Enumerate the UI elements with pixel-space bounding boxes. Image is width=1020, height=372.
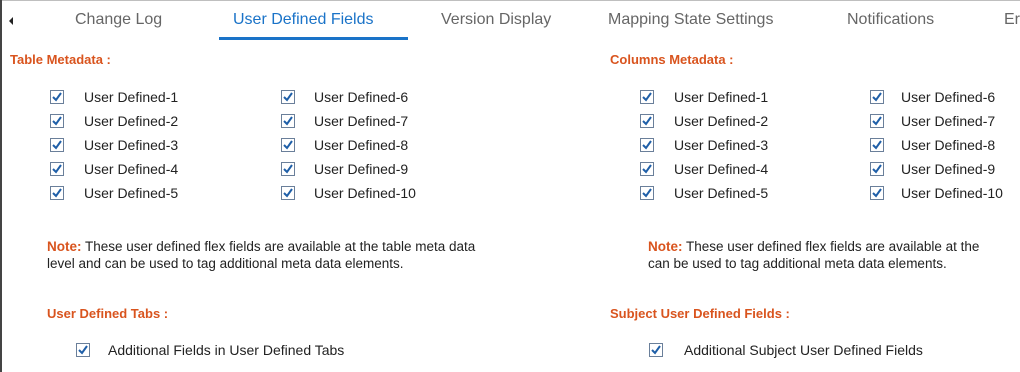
note-text-line1: These user defined flex fields are avail… <box>682 239 980 254</box>
user-defined-3-checkbox[interactable]: User Defined-3 <box>50 137 178 153</box>
checkbox-checked-icon[interactable] <box>640 162 654 176</box>
checkbox-label: User Defined-3 <box>84 137 179 153</box>
checkbox-label: User Defined-6 <box>901 89 996 105</box>
checkbox-label: User Defined-3 <box>674 137 769 153</box>
checkbox-label: User Defined-6 <box>314 89 409 105</box>
user-defined-8-checkbox[interactable]: User Defined-8 <box>281 137 408 153</box>
checkbox-checked-icon[interactable] <box>50 114 64 128</box>
table-metadata-note: Note: These user defined flex fields are… <box>47 238 475 272</box>
frame-left-border <box>0 0 2 372</box>
tab-scroll-left-button[interactable] <box>4 10 18 32</box>
checkbox-checked-icon[interactable] <box>640 90 654 104</box>
table-metadata-title: Table Metadata : <box>10 52 111 67</box>
note-text-line2: can be used to tag additional meta data … <box>648 256 947 271</box>
tab-change-log[interactable]: Change Log <box>75 11 162 29</box>
additional-subject-user-defined-fields-checkbox[interactable]: Additional Subject User Defined Fields <box>649 342 923 358</box>
user-defined-9-checkbox[interactable]: User Defined-9 <box>870 161 995 177</box>
checkbox-checked-icon[interactable] <box>870 90 884 104</box>
checkbox-checked-icon[interactable] <box>281 162 295 176</box>
note-text-line2: level and can be used to tag additional … <box>47 256 404 271</box>
checkbox-checked-icon[interactable] <box>281 138 295 152</box>
active-tab-indicator <box>219 37 408 40</box>
checkbox-checked-icon[interactable] <box>649 343 663 357</box>
checkbox-label: User Defined-7 <box>901 113 996 129</box>
user-defined-5-checkbox[interactable]: User Defined-5 <box>50 185 178 201</box>
checkbox-checked-icon[interactable] <box>870 162 884 176</box>
note-label: Note: <box>648 239 683 254</box>
checkbox-label: User Defined-10 <box>901 185 1003 201</box>
user-defined-8-checkbox[interactable]: User Defined-8 <box>870 137 995 153</box>
checkbox-label: User Defined-7 <box>314 113 409 129</box>
checkbox-checked-icon[interactable] <box>640 114 654 128</box>
tab-user-defined-fields[interactable]: User Defined Fields <box>233 11 374 29</box>
checkbox-label: User Defined-2 <box>674 113 769 129</box>
user-defined-7-checkbox[interactable]: User Defined-7 <box>281 113 408 129</box>
checkbox-label: User Defined-5 <box>84 185 179 201</box>
checkbox-label: User Defined-9 <box>314 161 409 177</box>
additional-fields-user-defined-tabs-checkbox[interactable]: Additional Fields in User Defined Tabs <box>76 342 344 358</box>
tab-er[interactable]: Er <box>1004 11 1020 29</box>
tab-mapping-state-settings[interactable]: Mapping State Settings <box>608 11 773 29</box>
checkbox-label: User Defined-8 <box>901 137 996 153</box>
checkbox-label: User Defined-10 <box>314 185 416 201</box>
columns-metadata-title: Columns Metadata : <box>610 52 734 67</box>
caret-left-icon <box>9 17 13 25</box>
tab-bar: Change Log User Defined Fields Version D… <box>0 0 1020 42</box>
checkbox-checked-icon[interactable] <box>870 138 884 152</box>
user-defined-7-checkbox[interactable]: User Defined-7 <box>870 113 995 129</box>
checkbox-checked-icon[interactable] <box>640 186 654 200</box>
user-defined-5-checkbox[interactable]: User Defined-5 <box>640 185 768 201</box>
columns-metadata-note: Note: These user defined flex fields are… <box>648 238 979 272</box>
user-defined-2-checkbox[interactable]: User Defined-2 <box>640 113 768 129</box>
checkbox-label: User Defined-1 <box>674 89 769 105</box>
checkbox-label: User Defined-4 <box>674 161 769 177</box>
subject-user-defined-fields-title: Subject User Defined Fields : <box>610 306 790 321</box>
checkbox-label: User Defined-8 <box>314 137 409 153</box>
checkbox-checked-icon[interactable] <box>640 138 654 152</box>
checkbox-checked-icon[interactable] <box>870 186 884 200</box>
checkbox-label: User Defined-2 <box>84 113 179 129</box>
note-text-line1: These user defined flex fields are avail… <box>81 239 476 254</box>
user-defined-10-checkbox[interactable]: User Defined-10 <box>870 185 1003 201</box>
user-defined-3-checkbox[interactable]: User Defined-3 <box>640 137 768 153</box>
user-defined-9-checkbox[interactable]: User Defined-9 <box>281 161 408 177</box>
user-defined-10-checkbox[interactable]: User Defined-10 <box>281 185 416 201</box>
checkbox-checked-icon[interactable] <box>281 114 295 128</box>
checkbox-label: User Defined-9 <box>901 161 996 177</box>
checkbox-checked-icon[interactable] <box>281 186 295 200</box>
checkbox-checked-icon[interactable] <box>50 138 64 152</box>
checkbox-label: User Defined-1 <box>84 89 179 105</box>
note-label: Note: <box>47 239 82 254</box>
checkbox-checked-icon[interactable] <box>870 114 884 128</box>
checkbox-checked-icon[interactable] <box>50 186 64 200</box>
checkbox-checked-icon[interactable] <box>281 90 295 104</box>
user-defined-2-checkbox[interactable]: User Defined-2 <box>50 113 178 129</box>
user-defined-4-checkbox[interactable]: User Defined-4 <box>640 161 768 177</box>
user-defined-tabs-title: User Defined Tabs : <box>47 306 169 321</box>
tab-version-display[interactable]: Version Display <box>441 11 551 29</box>
user-defined-6-checkbox[interactable]: User Defined-6 <box>281 89 408 105</box>
checkbox-checked-icon[interactable] <box>76 343 90 357</box>
user-defined-4-checkbox[interactable]: User Defined-4 <box>50 161 178 177</box>
user-defined-6-checkbox[interactable]: User Defined-6 <box>870 89 995 105</box>
checkbox-label: Additional Fields in User Defined Tabs <box>108 342 345 358</box>
checkbox-label: Additional Subject User Defined Fields <box>684 342 923 358</box>
tab-notifications[interactable]: Notifications <box>847 11 934 29</box>
user-defined-1-checkbox[interactable]: User Defined-1 <box>640 89 768 105</box>
checkbox-checked-icon[interactable] <box>50 90 64 104</box>
checkbox-label: User Defined-5 <box>674 185 769 201</box>
checkbox-label: User Defined-4 <box>84 161 179 177</box>
user-defined-1-checkbox[interactable]: User Defined-1 <box>50 89 178 105</box>
checkbox-checked-icon[interactable] <box>50 162 64 176</box>
